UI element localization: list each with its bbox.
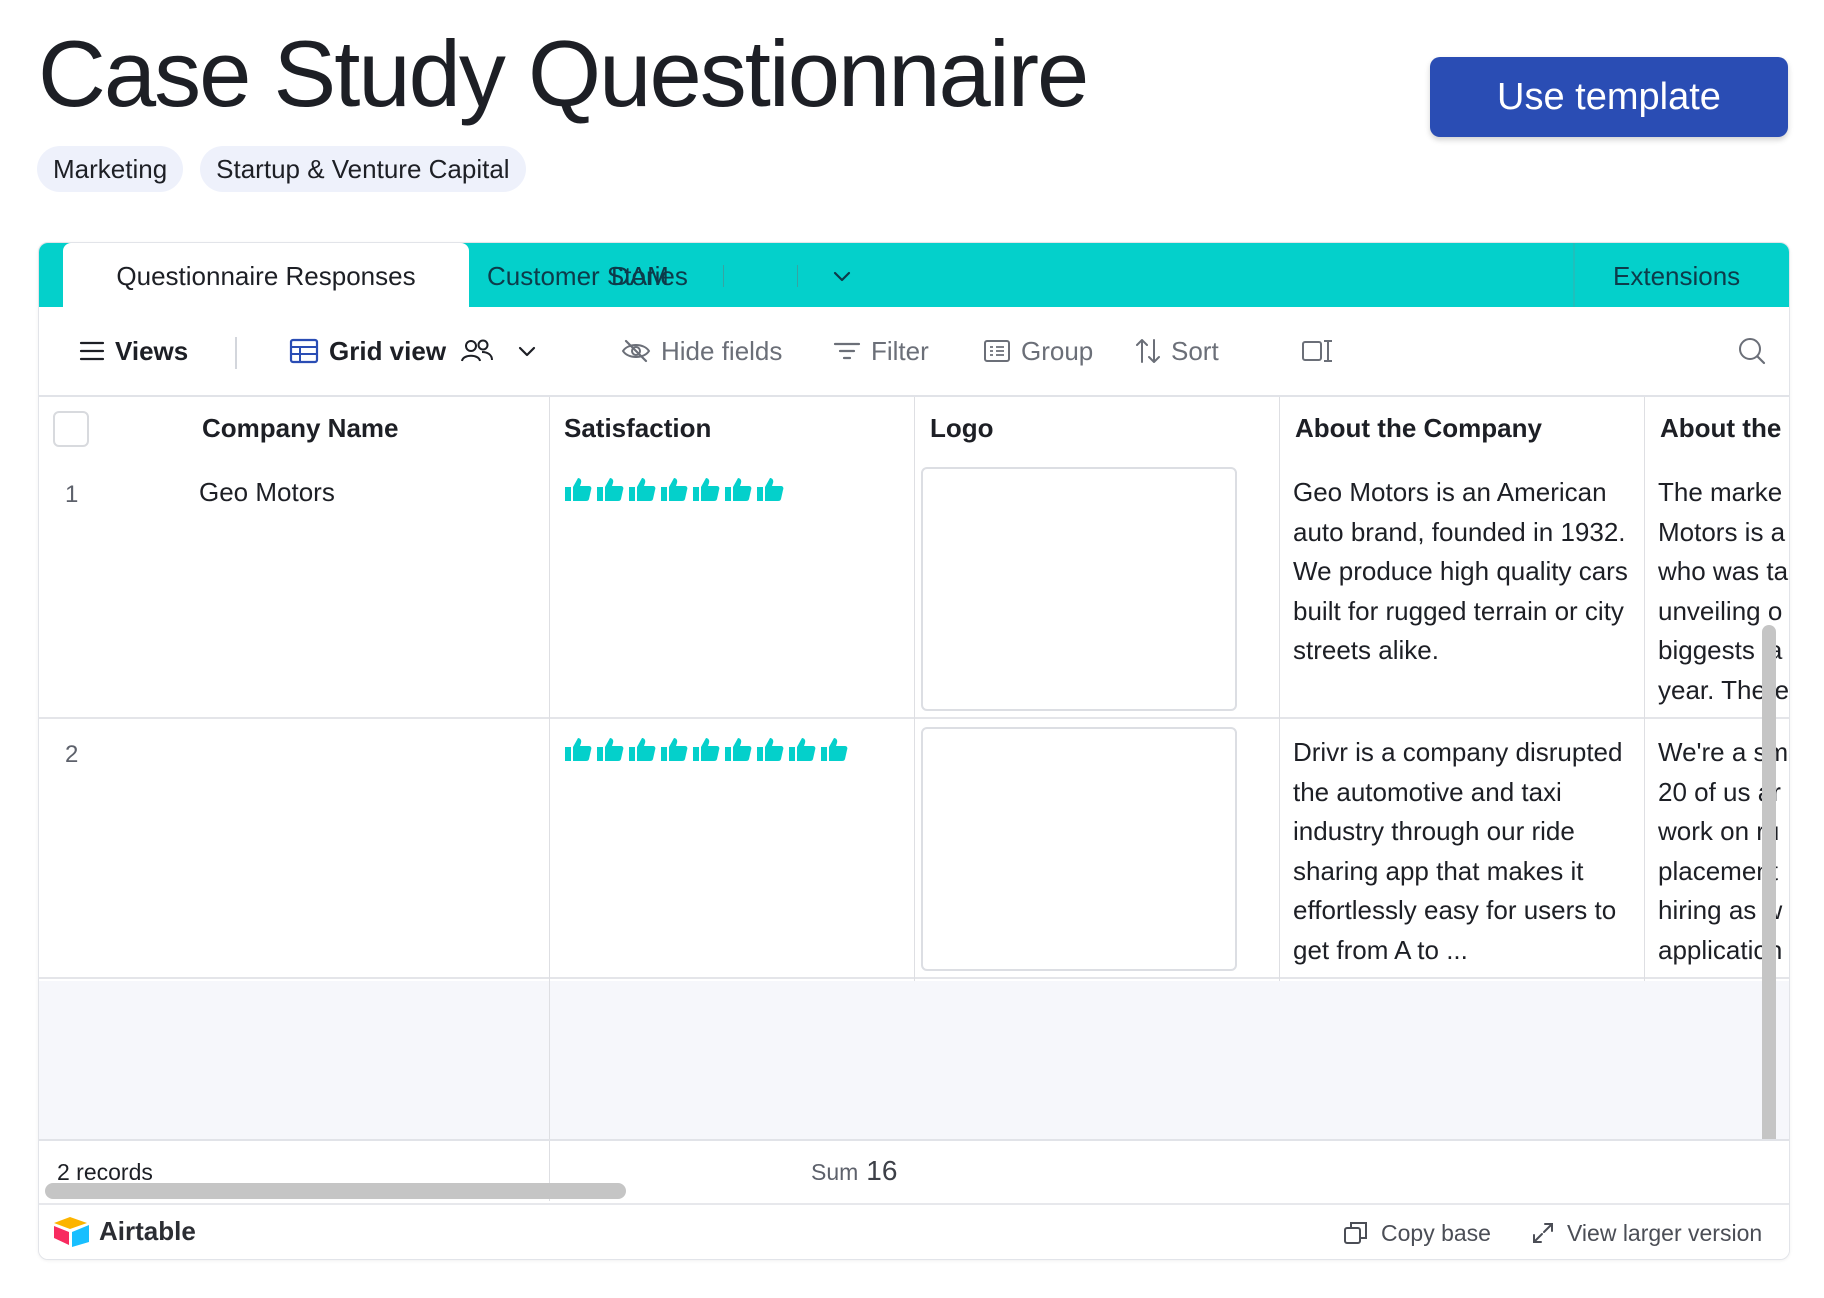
column-divider bbox=[914, 397, 915, 981]
extensions-divider bbox=[1573, 243, 1575, 307]
hide-fields-label: Hide fields bbox=[661, 335, 783, 366]
airtable-embed: Questionnaire Responses Customer Stories… bbox=[38, 242, 1790, 1260]
tab-divider bbox=[797, 265, 798, 287]
filter-label: Filter bbox=[871, 335, 929, 366]
table-tab-bar: Questionnaire Responses Customer Stories… bbox=[39, 243, 1789, 307]
group-button[interactable]: Group bbox=[983, 307, 1093, 395]
page-title: Case Study Questionnaire bbox=[38, 21, 1089, 126]
filter-button[interactable]: Filter bbox=[833, 307, 929, 395]
column-header-about-the[interactable]: About the bbox=[1660, 397, 1789, 459]
sum-value: 16 bbox=[866, 1155, 898, 1186]
use-template-button[interactable]: Use template bbox=[1430, 57, 1788, 137]
column-header-about-company[interactable]: About the Company bbox=[1295, 397, 1635, 459]
row-number: 2 bbox=[65, 741, 79, 768]
company-name-cell[interactable]: Geo Motors bbox=[199, 477, 335, 508]
grid-view-label: Grid view bbox=[329, 335, 447, 366]
sort-icon bbox=[1136, 339, 1160, 363]
expand-icon bbox=[1533, 1223, 1553, 1243]
about-company-cell[interactable]: Geo Motors is an American auto brand, fo… bbox=[1293, 473, 1633, 709]
row-height-button[interactable] bbox=[1301, 307, 1333, 395]
about-company-cell[interactable]: Drivr is a company disrupted the automot… bbox=[1293, 733, 1633, 969]
tag-startup-venture-capital[interactable]: Startup & Venture Capital bbox=[200, 146, 526, 192]
thumbs-up-icon[interactable] bbox=[691, 735, 721, 763]
thumbs-up-icon[interactable] bbox=[627, 475, 657, 503]
search-icon bbox=[1739, 338, 1766, 365]
tab-questionnaire-responses[interactable]: Questionnaire Responses bbox=[63, 243, 469, 307]
column-header-company-name[interactable]: Company Name bbox=[202, 397, 472, 459]
logo-attachment-cell[interactable] bbox=[921, 467, 1237, 711]
grid-view-switcher[interactable]: Grid view bbox=[289, 307, 538, 395]
thumbs-up-icon[interactable] bbox=[755, 735, 785, 763]
airtable-wordmark: Airtable bbox=[99, 1215, 196, 1246]
thumbs-up-icon[interactable] bbox=[755, 475, 785, 503]
about-the-line: who was ta bbox=[1658, 556, 1789, 586]
chevron-down-icon bbox=[518, 346, 536, 357]
thumbs-up-icon[interactable] bbox=[595, 475, 625, 503]
sort-label: Sort bbox=[1171, 335, 1219, 366]
empty-grid-area[interactable] bbox=[39, 981, 1789, 1141]
grid-view-icon bbox=[289, 338, 319, 364]
column-header-satisfaction[interactable]: Satisfaction bbox=[564, 397, 904, 459]
search-button[interactable] bbox=[1737, 307, 1767, 395]
eye-off-icon bbox=[621, 339, 651, 363]
hide-fields-button[interactable]: Hide fields bbox=[621, 307, 782, 395]
satisfaction-sum[interactable]: Sum 16 bbox=[811, 1155, 897, 1187]
sum-label: Sum bbox=[811, 1159, 859, 1185]
thumbs-up-icon[interactable] bbox=[819, 735, 849, 763]
vertical-scrollbar[interactable] bbox=[1762, 625, 1776, 1181]
airtable-logo[interactable]: Airtable bbox=[53, 1215, 196, 1247]
view-toolbar: Views Grid view Hide fields Filter Group… bbox=[39, 307, 1789, 397]
column-divider bbox=[1279, 397, 1280, 981]
chevron-down-icon[interactable] bbox=[831, 265, 853, 287]
copy-base-button[interactable]: Copy base bbox=[1343, 1205, 1491, 1259]
views-label: Views bbox=[115, 335, 189, 366]
thumbs-up-icon[interactable] bbox=[627, 735, 657, 763]
satisfaction-rating[interactable] bbox=[563, 475, 785, 503]
tag-marketing[interactable]: Marketing bbox=[37, 146, 184, 192]
tag-list: Marketing Startup & Venture Capital bbox=[37, 146, 526, 192]
view-larger-label: View larger version bbox=[1567, 1219, 1763, 1246]
column-header-logo[interactable]: Logo bbox=[930, 397, 1270, 459]
embed-footer: Airtable Copy base View larger version bbox=[39, 1203, 1789, 1259]
about-the-line: Motors is a bbox=[1658, 516, 1786, 547]
group-label: Group bbox=[1021, 335, 1094, 366]
column-divider bbox=[1644, 397, 1645, 981]
records-grid: Company Name Satisfaction Logo About the… bbox=[39, 397, 1789, 1181]
frozen-column-divider bbox=[549, 397, 550, 1141]
thumbs-up-icon[interactable] bbox=[659, 475, 689, 503]
thumbs-up-icon[interactable] bbox=[563, 475, 593, 503]
about-the-line: The marke bbox=[1658, 477, 1783, 507]
thumbs-up-icon[interactable] bbox=[563, 735, 593, 763]
filter-icon bbox=[833, 342, 861, 360]
satisfaction-rating[interactable] bbox=[563, 735, 849, 763]
thumbs-up-icon[interactable] bbox=[595, 735, 625, 763]
views-button[interactable]: Views bbox=[79, 307, 188, 395]
thumbs-up-icon[interactable] bbox=[723, 735, 753, 763]
tab-divider bbox=[723, 265, 724, 287]
row-height-icon bbox=[1302, 340, 1332, 362]
airtable-logo-icon bbox=[54, 1217, 89, 1247]
thumbs-up-icon[interactable] bbox=[787, 735, 817, 763]
toolbar-divider bbox=[235, 337, 237, 369]
record-count: 2 records bbox=[57, 1159, 153, 1185]
thumbs-up-icon[interactable] bbox=[659, 735, 689, 763]
copy-base-label: Copy base bbox=[1381, 1219, 1491, 1246]
row-number: 1 bbox=[65, 481, 79, 508]
thumbs-up-icon[interactable] bbox=[723, 475, 753, 503]
copy-icon bbox=[1344, 1222, 1367, 1244]
select-all-checkbox[interactable] bbox=[53, 411, 89, 447]
logo-attachment-cell[interactable] bbox=[921, 727, 1237, 971]
group-icon bbox=[984, 340, 1010, 362]
people-icon bbox=[461, 339, 494, 362]
hamburger-icon bbox=[79, 341, 105, 361]
tab-dam[interactable]: DAM bbox=[611, 243, 669, 307]
sort-button[interactable]: Sort bbox=[1135, 307, 1219, 395]
thumbs-up-icon[interactable] bbox=[691, 475, 721, 503]
view-larger-button[interactable]: View larger version bbox=[1531, 1205, 1763, 1259]
extensions-button[interactable]: Extensions bbox=[1613, 243, 1740, 307]
horizontal-scrollbar[interactable] bbox=[45, 1183, 626, 1199]
